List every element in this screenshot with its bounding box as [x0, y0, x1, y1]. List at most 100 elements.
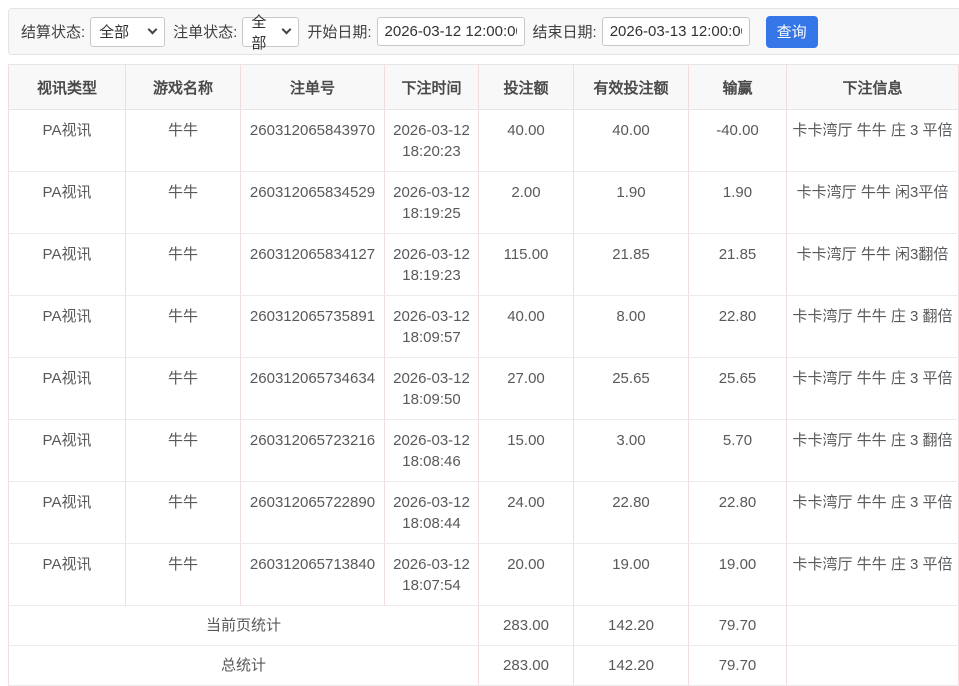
cell-winloss: 19.00	[689, 544, 787, 606]
cell-info: 卡卡湾厅 牛牛 闲3平倍	[787, 172, 959, 234]
column-header: 投注额	[479, 65, 574, 110]
table-row: PA视讯牛牛2603120657228902026-03-12 18:08:44…	[9, 482, 959, 544]
cell-winloss: 22.80	[689, 296, 787, 358]
chevron-down-icon	[282, 25, 292, 35]
cell-time: 2026-03-12 18:08:46	[385, 420, 479, 482]
cell-bet_no: 260312065735891	[241, 296, 385, 358]
start-date-label: 开始日期:	[307, 21, 371, 42]
cell-bet_no: 260312065843970	[241, 110, 385, 172]
cell-type: PA视讯	[9, 172, 126, 234]
cell-amount: 115.00	[479, 234, 574, 296]
end-date-label: 结束日期:	[533, 21, 597, 42]
summary-row-current-page: 当前页统计283.00142.2079.70	[9, 606, 959, 646]
cell-amount: 15.00	[479, 420, 574, 482]
cell-type: PA视讯	[9, 420, 126, 482]
table-row: PA视讯牛牛2603120657346342026-03-12 18:09:50…	[9, 358, 959, 420]
cell-info: 卡卡湾厅 牛牛 庄 3 平倍	[787, 110, 959, 172]
cell-amount: 40.00	[479, 296, 574, 358]
summary-cell-info	[787, 606, 959, 646]
table-body: PA视讯牛牛2603120658439702026-03-12 18:20:23…	[9, 110, 959, 686]
cell-type: PA视讯	[9, 544, 126, 606]
column-header: 游戏名称	[126, 65, 241, 110]
cell-bet_no: 260312065734634	[241, 358, 385, 420]
cell-time: 2026-03-12 18:09:57	[385, 296, 479, 358]
cell-amount: 24.00	[479, 482, 574, 544]
cell-game: 牛牛	[126, 420, 241, 482]
table-row: PA视讯牛牛2603120658439702026-03-12 18:20:23…	[9, 110, 959, 172]
bet-status-select[interactable]: 全部	[242, 17, 299, 47]
filter-bar: 结算状态: 全部 注单状态: 全部 开始日期: 结束日期: 查询	[8, 8, 959, 55]
cell-type: PA视讯	[9, 234, 126, 296]
cell-game: 牛牛	[126, 234, 241, 296]
summary-cell-valid: 142.20	[574, 606, 689, 646]
column-header: 下注信息	[787, 65, 959, 110]
column-header: 有效投注额	[574, 65, 689, 110]
cell-time: 2026-03-12 18:07:54	[385, 544, 479, 606]
bet-status-label: 注单状态:	[173, 21, 237, 42]
settle-status-label: 结算状态:	[21, 21, 85, 42]
table-row: PA视讯牛牛2603120657232162026-03-12 18:08:46…	[9, 420, 959, 482]
cell-valid: 1.90	[574, 172, 689, 234]
cell-info: 卡卡湾厅 牛牛 庄 3 翻倍	[787, 296, 959, 358]
cell-valid: 19.00	[574, 544, 689, 606]
cell-winloss: 22.80	[689, 482, 787, 544]
summary-cell-label: 总统计	[9, 646, 479, 686]
cell-info: 卡卡湾厅 牛牛 闲3翻倍	[787, 234, 959, 296]
column-header: 注单号	[241, 65, 385, 110]
summary-cell-winloss: 79.70	[689, 606, 787, 646]
cell-info: 卡卡湾厅 牛牛 庄 3 平倍	[787, 544, 959, 606]
cell-type: PA视讯	[9, 482, 126, 544]
end-date-input[interactable]	[602, 17, 750, 46]
cell-game: 牛牛	[126, 296, 241, 358]
settle-status-select[interactable]: 全部	[90, 17, 165, 47]
chevron-down-icon	[148, 25, 158, 35]
cell-type: PA视讯	[9, 110, 126, 172]
cell-winloss: 25.65	[689, 358, 787, 420]
summary-cell-info	[787, 646, 959, 686]
cell-bet_no: 260312065834529	[241, 172, 385, 234]
column-header: 输赢	[689, 65, 787, 110]
column-header: 视讯类型	[9, 65, 126, 110]
bet-status-value: 全部	[251, 11, 277, 53]
cell-time: 2026-03-12 18:20:23	[385, 110, 479, 172]
cell-amount: 40.00	[479, 110, 574, 172]
cell-info: 卡卡湾厅 牛牛 庄 3 平倍	[787, 358, 959, 420]
bet-records-table: 视讯类型游戏名称注单号下注时间投注额有效投注额输赢下注信息 PA视讯牛牛2603…	[8, 64, 959, 686]
cell-bet_no: 260312065713840	[241, 544, 385, 606]
cell-valid: 40.00	[574, 110, 689, 172]
cell-bet_no: 260312065723216	[241, 420, 385, 482]
cell-game: 牛牛	[126, 482, 241, 544]
summary-cell-amount: 283.00	[479, 646, 574, 686]
cell-amount: 20.00	[479, 544, 574, 606]
table-row: PA视讯牛牛2603120657138402026-03-12 18:07:54…	[9, 544, 959, 606]
cell-time: 2026-03-12 18:08:44	[385, 482, 479, 544]
query-button[interactable]: 查询	[766, 16, 818, 48]
table-row: PA视讯牛牛2603120657358912026-03-12 18:09:57…	[9, 296, 959, 358]
summary-row-total: 总统计283.00142.2079.70	[9, 646, 959, 686]
summary-cell-winloss: 79.70	[689, 646, 787, 686]
cell-amount: 2.00	[479, 172, 574, 234]
cell-valid: 25.65	[574, 358, 689, 420]
cell-winloss: -40.00	[689, 110, 787, 172]
summary-cell-amount: 283.00	[479, 606, 574, 646]
cell-winloss: 21.85	[689, 234, 787, 296]
cell-time: 2026-03-12 18:09:50	[385, 358, 479, 420]
cell-type: PA视讯	[9, 296, 126, 358]
cell-game: 牛牛	[126, 110, 241, 172]
cell-game: 牛牛	[126, 544, 241, 606]
cell-valid: 3.00	[574, 420, 689, 482]
cell-winloss: 1.90	[689, 172, 787, 234]
cell-valid: 22.80	[574, 482, 689, 544]
cell-type: PA视讯	[9, 358, 126, 420]
cell-bet_no: 260312065834127	[241, 234, 385, 296]
start-date-input[interactable]	[377, 17, 525, 46]
cell-game: 牛牛	[126, 172, 241, 234]
table-header-row: 视讯类型游戏名称注单号下注时间投注额有效投注额输赢下注信息	[9, 65, 959, 110]
cell-info: 卡卡湾厅 牛牛 庄 3 翻倍	[787, 420, 959, 482]
cell-info: 卡卡湾厅 牛牛 庄 3 平倍	[787, 482, 959, 544]
cell-amount: 27.00	[479, 358, 574, 420]
cell-game: 牛牛	[126, 358, 241, 420]
cell-winloss: 5.70	[689, 420, 787, 482]
table-row: PA视讯牛牛2603120658345292026-03-12 18:19:25…	[9, 172, 959, 234]
cell-valid: 8.00	[574, 296, 689, 358]
